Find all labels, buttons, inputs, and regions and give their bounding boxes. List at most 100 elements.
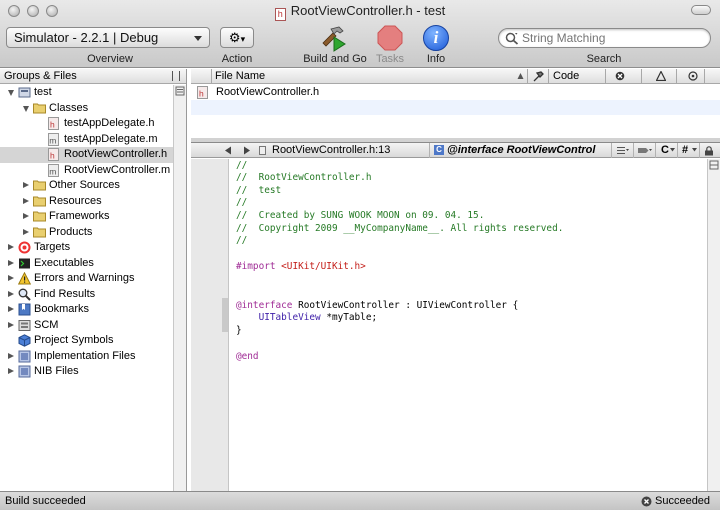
sidebar-item-nib-files[interactable]: NIB Files (0, 364, 173, 380)
code-token: } (236, 325, 242, 336)
sidebar-item-resources[interactable]: Resources (0, 194, 173, 210)
folder-icon (33, 226, 46, 239)
back-arrow-icon[interactable] (224, 146, 232, 155)
sidebar-item-label: Targets (34, 241, 71, 253)
file-history-value: RootViewController.h:13 (272, 144, 391, 156)
search-field[interactable] (498, 28, 711, 48)
code-token: RootViewController : UIViewController { (292, 300, 519, 311)
function-popup[interactable]: C @interface RootViewControl (430, 143, 612, 158)
build-hammer-icon[interactable] (533, 71, 544, 82)
smart-group-icon (18, 350, 31, 363)
bookmarks-popup[interactable] (612, 143, 634, 158)
function-popup-value: @interface RootViewControl (447, 144, 596, 156)
sidebar-item-testappdelegate-h[interactable]: h testAppDelegate.h (0, 116, 173, 132)
file-name-column-header[interactable]: File Name (215, 69, 265, 83)
sidebar-item-label: RootViewController.m (64, 163, 171, 176)
code-token: // (236, 235, 248, 246)
build-and-go-icon[interactable] (319, 23, 349, 53)
errors-x-icon[interactable] (615, 71, 625, 81)
folder-icon (33, 195, 46, 208)
file-history-popup[interactable]: RootViewController.h:13 (254, 143, 430, 158)
lock-icon[interactable] (704, 146, 714, 156)
file-list-filename: RootViewController.h (216, 86, 320, 98)
sidebar-item-find-results[interactable]: Find Results (0, 287, 173, 303)
code-token: @interface (236, 300, 293, 311)
editor-navigation-bar: RootViewController.h:13 C @interface Roo… (191, 142, 720, 158)
disclosure-closed-icon[interactable] (8, 368, 14, 374)
class-hierarchy-popup[interactable]: C (656, 143, 678, 158)
sidebar-item-testappdelegate-m[interactable]: m testAppDelegate.m (0, 132, 173, 148)
build-and-go-label: Build and Go (303, 53, 367, 65)
warnings-triangle-icon[interactable] (656, 71, 666, 81)
included-files-popup[interactable]: # (678, 143, 700, 158)
action-button[interactable]: ⚙▾ (220, 27, 254, 48)
scm-icon (18, 319, 31, 332)
disclosure-closed-icon[interactable] (8, 290, 14, 297)
window-toolbar: h RootViewController.h - test Simulator -… (0, 0, 720, 68)
sidebar-item-implementation-files[interactable]: Implementation Files (0, 349, 173, 365)
sidebar-item-rootviewcontroller-m[interactable]: m RootViewController.m (0, 163, 173, 179)
code-token: // Created by SUNG WOOK MOON on 09. 04. … (236, 210, 485, 221)
sidebar-item-bookmarks[interactable]: Bookmarks (0, 302, 173, 318)
sidebar-item-label: Products (49, 225, 93, 238)
disclosure-open-icon[interactable] (23, 105, 29, 112)
disclosure-closed-icon[interactable] (8, 306, 14, 312)
svg-text:h: h (199, 89, 204, 99)
sidebar-item-errors-and-warnings[interactable]: Errors and Warnings (0, 271, 173, 287)
sidebar-item-scm[interactable]: SCM (0, 318, 173, 334)
sidebar-item-test[interactable]: test (0, 85, 173, 101)
file-list-row[interactable]: h RootViewController.h (191, 85, 720, 100)
split-editor-icon[interactable] (708, 159, 720, 171)
disclosure-closed-icon[interactable] (8, 244, 14, 250)
sidebar-item-targets[interactable]: Targets (0, 240, 173, 256)
header-file-icon: h (48, 148, 61, 161)
sidebar-item-project-symbols[interactable]: Project Symbols (0, 333, 173, 349)
code-editor[interactable]: //// RootViewController.h// test//// Cre… (230, 159, 707, 491)
disclosure-closed-icon[interactable] (23, 228, 29, 235)
sidebar-item-label: Bookmarks (34, 303, 90, 315)
search-input[interactable] (522, 30, 704, 46)
forward-arrow-icon[interactable] (243, 146, 251, 155)
sidebar-item-label: Find Results (34, 287, 96, 300)
sidebar-item-executables[interactable]: Executables (0, 256, 173, 272)
disclosure-closed-icon[interactable] (23, 213, 29, 219)
folder-icon (33, 102, 46, 115)
project-icon (18, 86, 31, 99)
target-membership-icon[interactable] (688, 71, 698, 81)
source-file-icon: m (48, 163, 61, 177)
sidebar-item-label: Executables (34, 256, 94, 269)
chevron-down-icon (670, 148, 675, 152)
list-options-icon[interactable] (174, 85, 186, 97)
disclosure-closed-icon[interactable] (23, 182, 29, 188)
svg-text:m: m (49, 135, 56, 145)
action-label: Action (221, 53, 253, 65)
info-icon[interactable]: i (423, 25, 449, 51)
sidebar-item-frameworks[interactable]: Frameworks (0, 209, 173, 225)
toolbar-toggle-button[interactable] (691, 5, 711, 15)
disclosure-open-icon[interactable] (8, 90, 14, 96)
split-handle-icon[interactable] (172, 71, 180, 81)
sidebar-scrollbar[interactable] (173, 85, 186, 491)
breakpoints-popup[interactable] (634, 143, 656, 158)
code-column-header[interactable]: Code (553, 69, 579, 83)
sidebar-item-classes[interactable]: Classes (0, 101, 173, 117)
search-icon (505, 32, 519, 45)
disclosure-closed-icon[interactable] (8, 352, 14, 359)
editor-scrollbar[interactable] (707, 159, 720, 491)
svg-text:h: h (50, 151, 55, 161)
editor-gutter[interactable] (191, 159, 229, 491)
sidebar-item-other-sources[interactable]: Other Sources (0, 178, 173, 194)
sidebar-item-label: Resources (49, 194, 102, 207)
chevron-down-icon: ▾ (240, 34, 246, 44)
file-list-empty-row (191, 115, 720, 130)
overview-popup[interactable]: Simulator - 2.2.1 | Debug (6, 27, 210, 48)
sidebar-item-products[interactable]: Products (0, 225, 173, 241)
disclosure-closed-icon[interactable] (8, 275, 14, 281)
target-icon (18, 241, 31, 254)
sidebar-item-rootviewcontroller-h[interactable]: h RootViewController.h (0, 147, 173, 163)
disclosure-closed-icon[interactable] (23, 197, 29, 204)
groups-and-files-title: Groups & Files (4, 70, 77, 82)
code-line: // Created by SUNG WOOK MOON on 09. 04. … (236, 209, 484, 222)
disclosure-closed-icon[interactable] (8, 321, 14, 328)
disclosure-closed-icon[interactable] (8, 259, 14, 266)
